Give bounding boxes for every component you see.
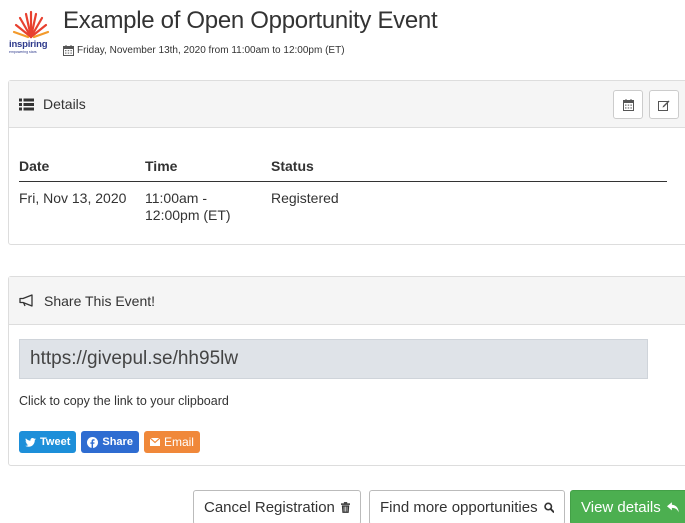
list-icon [19,98,34,111]
envelope-icon [149,438,160,446]
column-header-time: Time [145,157,271,182]
bullhorn-icon [19,294,35,307]
reply-arrow-icon [666,502,679,513]
cancel-registration-label: Cancel Registration [204,499,335,516]
social-share-buttons: Tweet Share Email [19,431,200,453]
facebook-share-button[interactable]: Share [81,431,139,453]
facebook-icon [87,436,99,448]
share-label: Share [102,436,133,448]
details-heading-text: Details [43,96,86,112]
event-title: Example of Open Opportunity Event [63,7,438,34]
share-link-text[interactable]: https://givepul.se/hh95lw [30,348,238,370]
view-details-label: View details [581,499,661,516]
copy-hint-text: Click to copy the link to your clipboard [19,394,229,408]
share-panel: Share This Event! https://givepul.se/hh9… [8,276,685,466]
event-date-text: Friday, November 13th, 2020 from 11:00am… [77,45,345,56]
details-heading-actions [613,90,679,119]
details-panel: Details Date Time Status Fri, Nov 13, 20… [8,80,685,245]
share-link-box[interactable]: https://givepul.se/hh95lw [19,339,648,379]
logo-wordmark: inspiring [9,39,48,50]
details-table: Date Time Status Fri, Nov 13, 2020 11:00… [19,157,667,224]
email-label: Email [163,435,194,449]
view-details-button[interactable]: View details [570,490,685,523]
cell-status: Registered [271,189,339,206]
table-row: Fri, Nov 13, 2020 11:00am - 12:00pm (ET)… [19,181,667,224]
details-panel-heading: Details [9,81,685,128]
email-share-button[interactable]: Email [143,431,200,453]
find-more-label: Find more opportunities [380,499,538,516]
trash-icon [340,502,350,513]
add-to-calendar-button[interactable] [613,90,643,119]
event-date-line: Friday, November 13th, 2020 from 11:00am… [63,45,345,56]
search-icon [543,502,554,513]
column-header-date: Date [19,157,145,182]
calendar-icon [63,45,74,56]
calendar-icon [622,98,634,111]
column-header-status: Status [271,157,667,182]
find-more-opportunities-button[interactable]: Find more opportunities [369,490,565,523]
edit-icon [658,100,670,111]
tweet-button[interactable]: Tweet [19,431,77,453]
cancel-registration-button[interactable]: Cancel Registration [193,490,361,523]
details-table-header: Date Time Status [19,157,667,182]
edit-registration-button[interactable] [649,90,679,119]
logo-tagline: empowering stars [9,50,37,54]
share-panel-heading: Share This Event! [9,277,685,325]
share-heading-text: Share This Event! [44,292,156,309]
sunburst-logo-icon [12,10,50,39]
org-logo: inspiring empowering stars [8,9,56,55]
cell-time: 11:00am - 12:00pm (ET) [145,189,231,223]
cell-date: Fri, Nov 13, 2020 [19,189,127,206]
twitter-icon [25,437,36,447]
tweet-label: Tweet [40,436,71,448]
